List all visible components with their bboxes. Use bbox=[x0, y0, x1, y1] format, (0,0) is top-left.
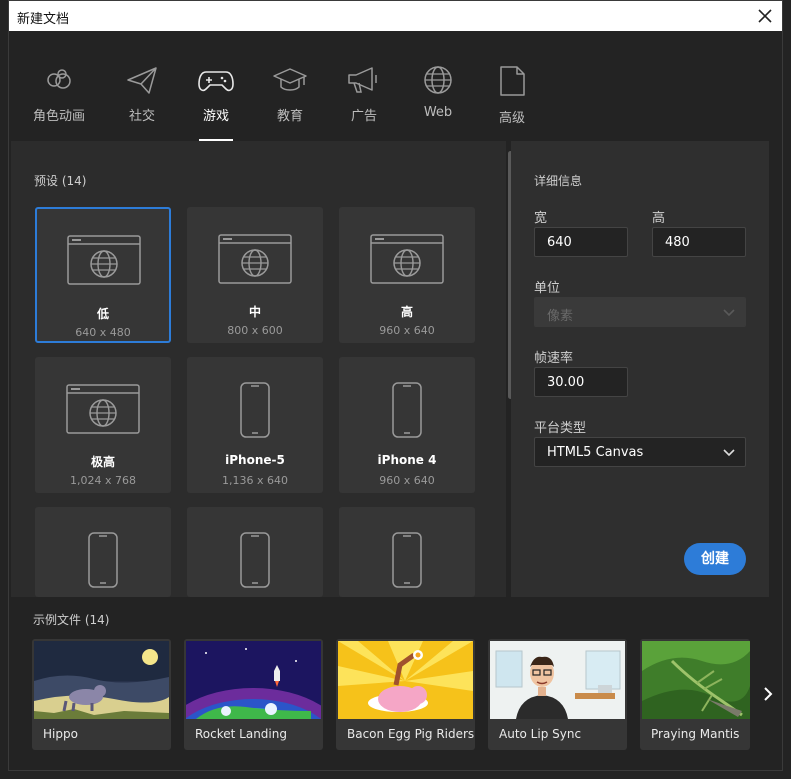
preset-card[interactable]: 低 640 x 480 bbox=[35, 207, 171, 343]
preset-name: 高 bbox=[400, 305, 413, 319]
tab-social[interactable]: 社交 bbox=[107, 65, 177, 124]
presets-panel: 预设 (14) 低 640 x 480 中 800 x 600 高 960 x … bbox=[11, 141, 513, 597]
tab-label: 教育 bbox=[276, 109, 303, 124]
chevron-right-icon[interactable] bbox=[759, 683, 777, 705]
phone-icon bbox=[240, 382, 270, 438]
tab-education[interactable]: 教育 bbox=[255, 65, 325, 124]
tab-character-animation[interactable]: 角色动画 bbox=[24, 65, 94, 124]
details-title: 详细信息 bbox=[534, 174, 583, 188]
gamepad-icon bbox=[198, 71, 234, 92]
preset-size: 960 x 640 bbox=[379, 474, 435, 487]
preset-card[interactable]: iPhone-5 1,136 x 640 bbox=[187, 357, 323, 493]
tab-label: 角色动画 bbox=[32, 109, 85, 124]
unit-select: 像素 bbox=[534, 297, 746, 327]
tab-label: Web bbox=[423, 105, 453, 120]
preset-card[interactable]: 极高 1,024 x 768 bbox=[35, 357, 171, 493]
bacon-egg-pig-thumbnail bbox=[338, 641, 473, 719]
tab-advertising[interactable]: 广告 bbox=[329, 65, 399, 124]
example-label: Bacon Egg Pig Riders bbox=[347, 727, 475, 741]
example-praying-mantis[interactable]: Praying Mantis bbox=[640, 639, 750, 750]
new-document-dialog: 新建文档 角色动画 社交 游戏 教育 广告 Web 高级 预设 (14) 低 6… bbox=[8, 0, 783, 771]
example-auto-lip-sync[interactable]: Auto Lip Sync bbox=[488, 639, 627, 750]
preset-size: 800 x 600 bbox=[227, 324, 283, 337]
fps-input[interactable]: 30.00 bbox=[534, 367, 628, 397]
tab-advanced[interactable]: 高级 bbox=[477, 65, 547, 126]
browser-globe-icon bbox=[67, 235, 141, 285]
example-label: Rocket Landing bbox=[195, 727, 287, 741]
dialog-title: 新建文档 bbox=[17, 12, 70, 27]
phone-icon bbox=[392, 532, 422, 588]
platform-value: HTML5 Canvas bbox=[547, 445, 644, 460]
hippo-thumbnail bbox=[34, 641, 169, 719]
browser-globe-icon bbox=[218, 234, 292, 284]
presets-title: 预设 (14) bbox=[34, 174, 87, 188]
category-tabs: 角色动画 社交 游戏 教育 广告 Web 高级 bbox=[9, 31, 782, 141]
preset-card[interactable] bbox=[339, 507, 475, 597]
graduation-cap-icon bbox=[273, 68, 307, 91]
preset-name: 低 bbox=[96, 307, 109, 321]
width-input[interactable]: 640 bbox=[534, 227, 628, 257]
platform-label: 平台类型 bbox=[534, 421, 587, 436]
details-panel: 详细信息 宽 640 高 480 单位 像素 帧速率 30.00 平台类型 HT… bbox=[511, 141, 769, 597]
phone-icon bbox=[240, 532, 270, 588]
chevron-down-icon bbox=[723, 449, 735, 457]
preset-card[interactable] bbox=[35, 507, 171, 597]
title-bar: 新建文档 bbox=[9, 1, 782, 31]
globe-icon bbox=[424, 66, 452, 94]
preset-card[interactable]: 高 960 x 640 bbox=[339, 207, 475, 343]
tab-web[interactable]: Web bbox=[403, 65, 473, 120]
height-input[interactable]: 480 bbox=[652, 227, 746, 257]
example-bacon-egg-pig-riders[interactable]: Bacon Egg Pig Riders bbox=[336, 639, 475, 750]
preset-name: 中 bbox=[248, 305, 261, 319]
browser-globe-icon bbox=[370, 234, 444, 284]
preset-card[interactable] bbox=[187, 507, 323, 597]
preset-size: 1,024 x 768 bbox=[70, 474, 136, 487]
phone-icon bbox=[88, 532, 118, 588]
example-hippo[interactable]: Hippo bbox=[32, 639, 171, 750]
preset-card[interactable]: iPhone 4 960 x 640 bbox=[339, 357, 475, 493]
send-icon bbox=[127, 67, 157, 94]
height-label: 高 bbox=[652, 211, 666, 226]
tab-label: 社交 bbox=[128, 109, 155, 124]
example-label: Praying Mantis bbox=[651, 727, 740, 741]
preset-name: iPhone-5 bbox=[225, 453, 285, 467]
praying-mantis-thumbnail bbox=[642, 641, 750, 719]
rocket-landing-thumbnail bbox=[186, 641, 321, 719]
tab-label: 广告 bbox=[350, 109, 377, 124]
preset-size: 1,136 x 640 bbox=[222, 474, 288, 487]
close-icon[interactable] bbox=[754, 5, 776, 27]
tab-label: 高级 bbox=[498, 111, 525, 126]
browser-globe-icon bbox=[66, 384, 140, 434]
character-icon bbox=[47, 69, 71, 89]
platform-select[interactable]: HTML5 Canvas bbox=[534, 437, 746, 467]
example-rocket-landing[interactable]: Rocket Landing bbox=[184, 639, 323, 750]
megaphone-icon bbox=[348, 67, 377, 93]
auto-lip-sync-thumbnail bbox=[490, 641, 625, 719]
phone-icon bbox=[392, 382, 422, 438]
preset-card[interactable]: 中 800 x 600 bbox=[187, 207, 323, 343]
unit-value: 像素 bbox=[547, 309, 574, 324]
preset-name: 极高 bbox=[90, 455, 115, 469]
preset-size: 640 x 480 bbox=[75, 326, 131, 339]
create-button[interactable]: 创建 bbox=[684, 543, 746, 575]
preset-size: 960 x 640 bbox=[379, 324, 435, 337]
unit-label: 单位 bbox=[534, 281, 561, 296]
width-label: 宽 bbox=[534, 211, 548, 226]
chevron-down-icon bbox=[723, 309, 735, 317]
fps-label: 帧速率 bbox=[534, 351, 574, 366]
tab-games[interactable]: 游戏 bbox=[181, 65, 251, 141]
document-icon bbox=[500, 66, 525, 96]
example-label: Hippo bbox=[43, 727, 78, 741]
tab-label: 游戏 bbox=[202, 109, 229, 124]
examples-title: 示例文件 (14) bbox=[33, 613, 110, 627]
example-label: Auto Lip Sync bbox=[499, 727, 582, 741]
preset-name: iPhone 4 bbox=[377, 453, 437, 467]
